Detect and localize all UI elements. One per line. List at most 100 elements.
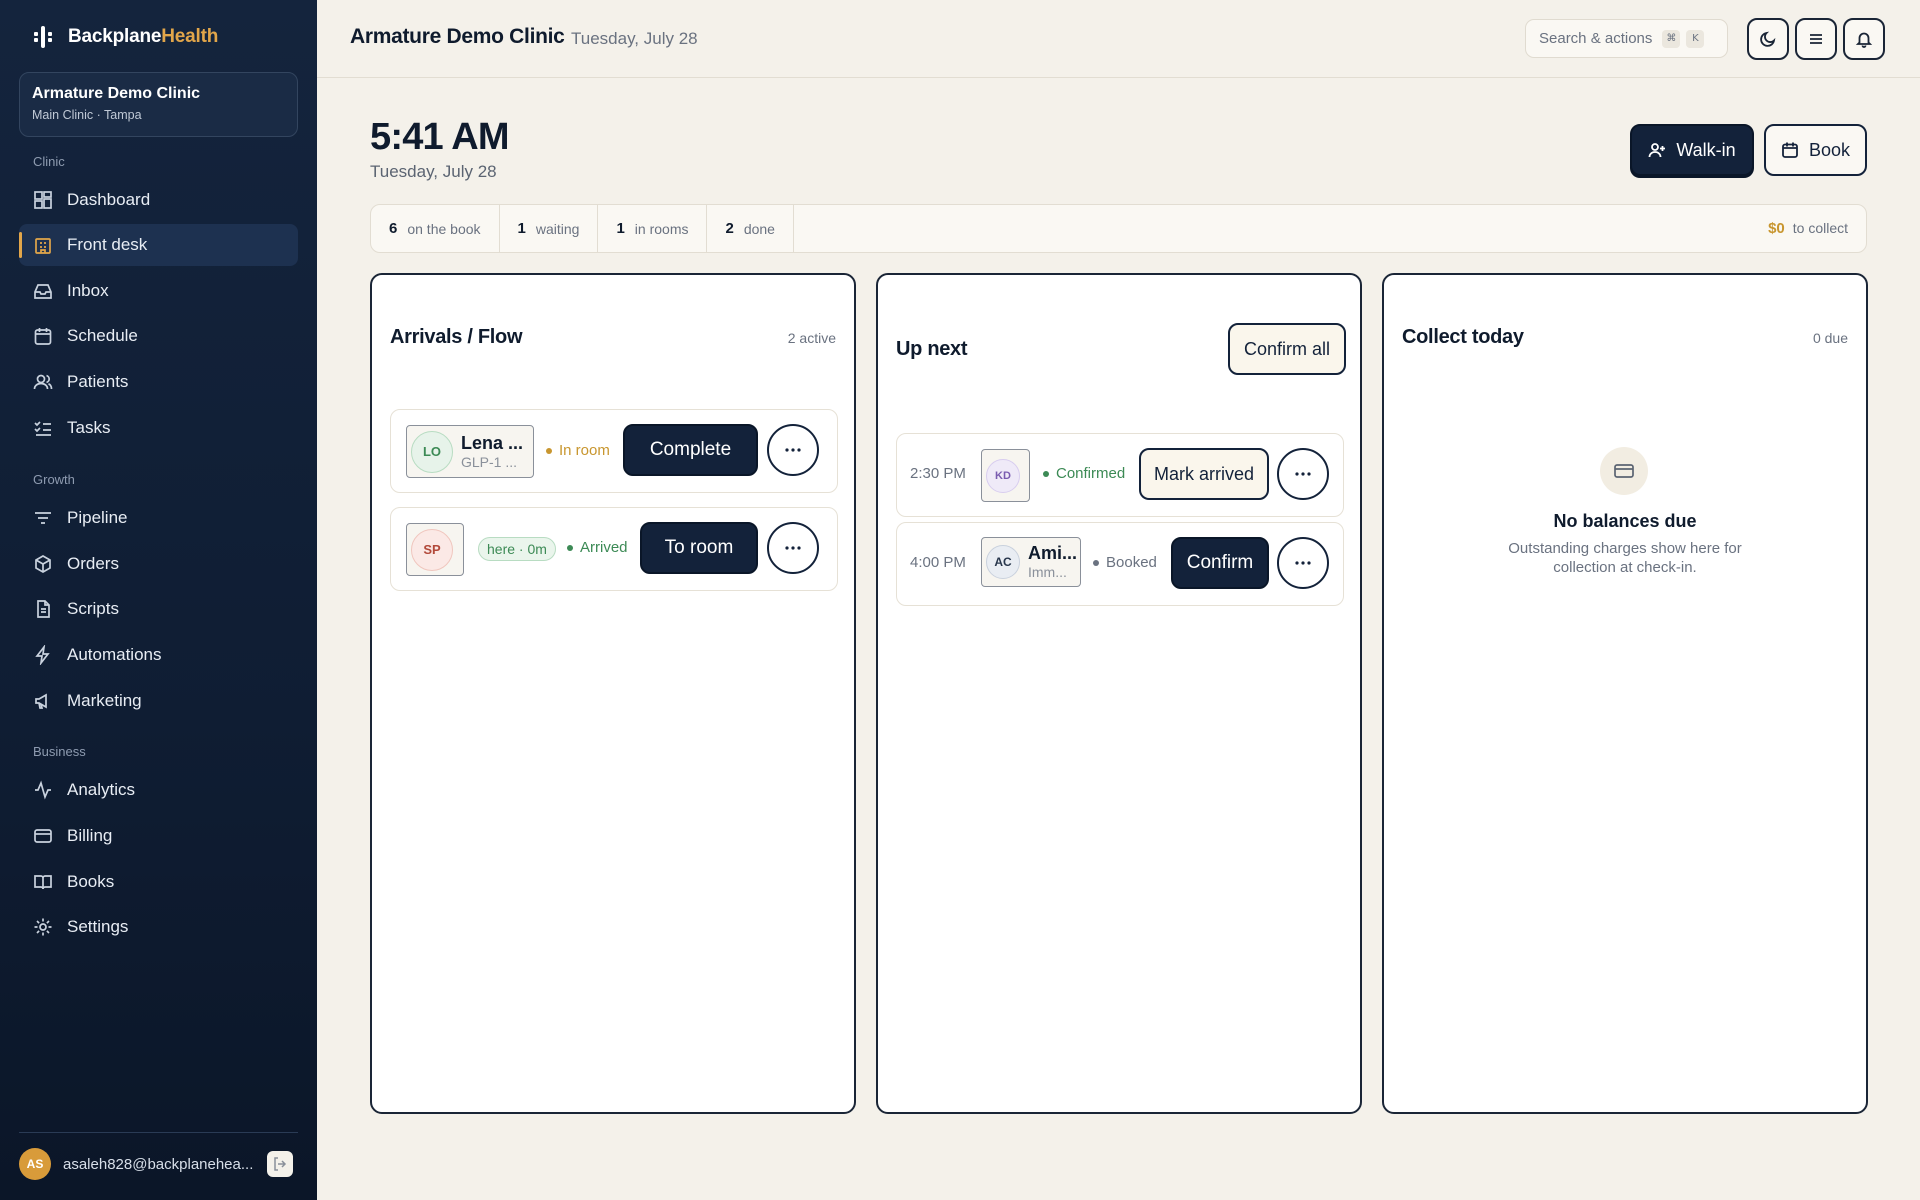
package-icon	[33, 554, 53, 574]
nav-item-schedule[interactable]: Schedule	[19, 315, 298, 357]
calendar-icon	[33, 326, 53, 346]
stat-label: done	[743, 220, 775, 237]
stat-in-rooms[interactable]: 1 in rooms	[598, 205, 708, 252]
nav-item-automations[interactable]: Automations	[19, 634, 298, 676]
building-icon	[33, 235, 53, 255]
logout-icon	[274, 1157, 287, 1171]
clinic-switcher[interactable]: Armature Demo Clinic Main Clinic · Tampa	[19, 72, 298, 137]
page-title: Armature Demo Clinic	[350, 25, 565, 48]
patient-chip[interactable]: AC Ami... Imm...	[981, 537, 1081, 587]
patient-info: Lena ... GLP-1 ...	[461, 433, 523, 471]
nav-item-front-desk[interactable]: Front desk	[19, 224, 298, 266]
search-placeholder: Search & actions	[1539, 30, 1653, 47]
status-badge: In room	[546, 442, 610, 459]
nav-item-tasks[interactable]: Tasks	[19, 407, 298, 449]
mark-arrived-button[interactable]: Mark arrived	[1139, 448, 1269, 500]
list-item[interactable]: 2:30 PM KD Confirmed Mark arrived	[896, 433, 1344, 517]
up-next-panel: Up next Confirm all 2:30 PM KD Confirmed…	[876, 273, 1362, 1114]
patient-chip[interactable]: LO Lena ... GLP-1 ...	[406, 425, 534, 478]
collect-amount: $0	[1768, 220, 1785, 237]
walk-in-button[interactable]: Walk-in	[1630, 124, 1754, 176]
confirm-button[interactable]: Confirm	[1171, 537, 1269, 589]
patient-name: Lena ...	[461, 432, 524, 453]
avatar: LO	[411, 430, 453, 473]
nav-item-label: Inbox	[67, 281, 109, 300]
list-item[interactable]: SP here · 0m Arrived To room	[390, 507, 838, 591]
to-collect[interactable]: $0 to collect	[1768, 220, 1848, 237]
notifications-button[interactable]	[1843, 18, 1885, 60]
bell-icon	[1855, 32, 1873, 48]
list-item[interactable]: LO Lena ... GLP-1 ... In room Complete	[390, 409, 838, 493]
stat-waiting[interactable]: 1 waiting	[500, 205, 599, 252]
moon-icon	[1760, 31, 1776, 47]
status-dot	[1043, 470, 1049, 477]
avatar: SP	[411, 528, 453, 571]
menu-button[interactable]	[1795, 18, 1837, 60]
stat-label: waiting	[535, 220, 580, 237]
nav-item-scripts[interactable]: Scripts	[19, 588, 298, 630]
nav-item-billing[interactable]: Billing	[19, 815, 298, 857]
nav-item-patients[interactable]: Patients	[19, 361, 298, 403]
inbox-icon	[33, 281, 53, 301]
collect-today-panel: Collect today 0 due No balances due Outs…	[1382, 273, 1868, 1114]
nav-item-dashboard[interactable]: Dashboard	[19, 179, 298, 221]
empty-state-text: Outstanding charges show here for collec…	[1508, 540, 1742, 576]
avatar: KD	[986, 458, 1020, 493]
nav-item-pipeline[interactable]: Pipeline	[19, 497, 298, 539]
stat-done[interactable]: 2 done	[707, 205, 794, 252]
nav-item-label: Marketing	[67, 691, 142, 710]
stat-label: on the book	[407, 220, 481, 237]
activity-icon	[33, 780, 53, 800]
more-button[interactable]	[1277, 448, 1329, 500]
status-label: In room	[559, 442, 610, 459]
book-button[interactable]: Book	[1764, 124, 1867, 176]
status-badge: Confirmed	[1043, 465, 1125, 482]
book-open-icon	[33, 872, 53, 892]
grid-icon	[33, 190, 53, 210]
search-input[interactable]: Search & actions ⌘ K	[1525, 19, 1728, 58]
brand[interactable]: BackplaneHealth	[30, 24, 218, 50]
stat-value: 2	[725, 220, 734, 237]
nav-item-marketing[interactable]: Marketing	[19, 680, 298, 722]
nav-item-label: Dashboard	[67, 190, 151, 209]
file-text-icon	[33, 599, 53, 619]
clinic-location: Main Clinic · Tampa	[32, 108, 142, 122]
patient-name: Ami...	[1028, 543, 1078, 563]
nav-item-inbox[interactable]: Inbox	[19, 270, 298, 312]
empty-state-title: No balances due	[1553, 511, 1697, 531]
brand-logo-icon	[30, 24, 56, 50]
nav-item-label: Scripts	[67, 599, 119, 618]
ellipsis-icon	[785, 546, 801, 550]
patient-chip[interactable]: SP	[406, 523, 464, 576]
nav-item-orders[interactable]: Orders	[19, 543, 298, 585]
status-dot	[546, 447, 552, 454]
lightning-icon	[33, 643, 53, 667]
theme-toggle-button[interactable]	[1747, 18, 1789, 60]
more-button[interactable]	[1277, 537, 1329, 589]
patient-sub: Imm...	[1028, 564, 1067, 580]
user-menu[interactable]: AS asaleh828@backplanehea...	[19, 1148, 298, 1180]
list-item[interactable]: 4:00 PM AC Ami... Imm... Booked Confirm	[896, 522, 1344, 606]
patient-chip[interactable]: KD	[981, 449, 1030, 502]
more-button[interactable]	[767, 522, 819, 574]
nav-item-analytics[interactable]: Analytics	[19, 769, 298, 811]
confirm-all-button[interactable]: Confirm all	[1228, 323, 1346, 375]
user-plus-icon	[1648, 143, 1666, 158]
ellipsis-icon	[1295, 561, 1311, 565]
complete-button[interactable]: Complete	[623, 424, 758, 476]
wait-time-badge: here · 0m	[478, 537, 556, 561]
nav-item-settings[interactable]: Settings	[19, 906, 298, 948]
menu-icon	[1810, 34, 1822, 44]
more-button[interactable]	[767, 424, 819, 476]
nav-item-label: Orders	[67, 554, 119, 573]
stat-value: 1	[517, 220, 526, 237]
nav-item-books[interactable]: Books	[19, 861, 298, 903]
panel-meta: 2 active	[787, 330, 836, 346]
brand-name: BackplaneHealth	[68, 26, 218, 48]
to-room-button[interactable]: To room	[640, 522, 758, 574]
logout-button[interactable]	[267, 1151, 293, 1177]
current-time: 5:41 AM	[370, 116, 510, 158]
current-date: Tuesday, July 28	[370, 162, 497, 181]
stat-on-the-book[interactable]: 6 on the book	[371, 205, 500, 252]
nav-section-clinic: Clinic	[33, 154, 65, 169]
